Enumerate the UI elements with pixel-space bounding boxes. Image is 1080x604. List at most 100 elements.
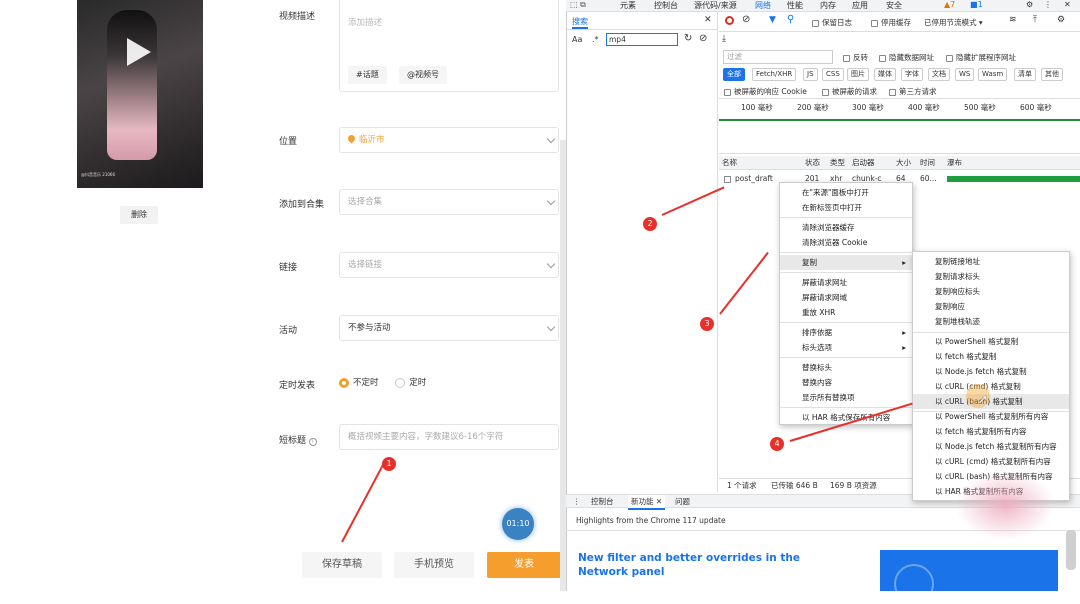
menu-copy[interactable]: 复制 ▸: [780, 255, 912, 270]
upload-icon[interactable]: ⤒: [1033, 15, 1037, 25]
col-type[interactable]: 类型: [830, 156, 845, 170]
submenu-copy-response[interactable]: 复制响应: [913, 299, 1069, 314]
close-icon[interactable]: ✕: [1064, 0, 1071, 9]
warning-count[interactable]: ▲ 7: [944, 0, 955, 9]
delete-video-button[interactable]: 删除: [120, 206, 158, 224]
tab-network[interactable]: 网络: [755, 0, 771, 11]
tab-memory[interactable]: 内存: [820, 0, 836, 11]
save-draft-button[interactable]: 保存草稿: [302, 552, 382, 578]
hide-extension-urls-checkbox[interactable]: 隐藏扩展程序网址: [946, 52, 1016, 63]
menu-replay-xhr[interactable]: 重放 XHR: [780, 305, 912, 320]
menu-clear-cache[interactable]: 清除浏览器缓存: [780, 220, 912, 235]
tab-sources[interactable]: 源代码/来源: [694, 0, 737, 11]
col-name[interactable]: 名称: [722, 156, 737, 170]
blocked-requests-checkbox[interactable]: 被屏蔽的请求: [822, 86, 877, 97]
submenu-copy-node-fetch[interactable]: 以 Node.js fetch 格式复制: [913, 364, 1069, 379]
submenu-copy-all-powershell[interactable]: 以 PowerShell 格式复制所有内容: [913, 409, 1069, 424]
menu-open-in-new-tab[interactable]: 在新标签页中打开: [780, 200, 912, 215]
filter-input[interactable]: 过滤: [723, 50, 833, 64]
wifi-icon[interactable]: ≋: [1009, 15, 1017, 25]
schedule-off-radio[interactable]: 不定时: [339, 377, 379, 388]
submenu-copy-curl-cmd[interactable]: 以 cURL (cmd) 格式复制: [913, 379, 1069, 394]
tab-performance[interactable]: 性能: [787, 0, 803, 11]
desc-textarea[interactable]: 添加描述 #话题 @视频号: [339, 0, 559, 92]
chip-all[interactable]: 全部: [723, 68, 745, 81]
menu-open-in-sources[interactable]: 在"来源"面板中打开: [780, 185, 912, 200]
menu-block-url[interactable]: 屏蔽请求网址: [780, 275, 912, 290]
refresh-icon[interactable]: ↻: [684, 33, 692, 44]
preserve-log-checkbox[interactable]: 保留日志: [812, 17, 852, 28]
chip-img[interactable]: 图片: [847, 68, 869, 81]
tab-elements[interactable]: 元素: [620, 0, 636, 11]
timeline-overview[interactable]: 100 毫秒 200 毫秒 300 毫秒 400 毫秒 500 毫秒 600 毫…: [719, 98, 1080, 154]
more-icon[interactable]: ⋮: [1044, 0, 1052, 9]
search-icon[interactable]: ⚲: [787, 14, 794, 25]
invert-checkbox[interactable]: 反转: [843, 52, 868, 63]
drawer-scrollbar[interactable]: [1066, 530, 1076, 570]
publish-button[interactable]: 发表: [487, 552, 561, 578]
drawer-tab-whats-new[interactable]: 新功能 ✕: [628, 495, 666, 510]
form-scrollbar[interactable]: [560, 140, 566, 591]
clear-icon[interactable]: ⊘: [699, 33, 707, 44]
menu-block-domain[interactable]: 屏蔽请求网域: [780, 290, 912, 305]
submenu-copy-fetch[interactable]: 以 fetch 格式复制: [913, 349, 1069, 364]
short-title-input[interactable]: 概括视频主要内容，字数建议6-16个字符: [339, 424, 559, 450]
hide-data-urls-checkbox[interactable]: 隐藏数据网址: [879, 52, 934, 63]
news-title-link[interactable]: New filter and better overrides in the N…: [578, 551, 838, 579]
close-search-icon[interactable]: ✕: [704, 15, 712, 25]
link-select[interactable]: 选择链接: [339, 252, 559, 278]
chip-fetch-xhr[interactable]: Fetch/XHR: [752, 68, 797, 81]
phone-preview-button[interactable]: 手机预览: [394, 552, 474, 578]
network-settings-icon[interactable]: ⚙: [1057, 15, 1065, 25]
tab-console[interactable]: 控制台: [654, 0, 678, 11]
submenu-copy-all-node-fetch[interactable]: 以 Node.js fetch 格式复制所有内容: [913, 439, 1069, 454]
menu-override-headers[interactable]: 替换标头: [780, 360, 912, 375]
chip-manifest[interactable]: 清单: [1014, 68, 1036, 81]
record-icon[interactable]: [725, 16, 734, 25]
schedule-on-radio[interactable]: 定时: [395, 377, 426, 388]
blocked-cookies-checkbox[interactable]: 被屏蔽的响应 Cookie: [724, 86, 807, 97]
col-waterfall[interactable]: 瀑布: [947, 156, 962, 170]
chip-js[interactable]: JS: [803, 68, 818, 81]
col-time[interactable]: 时间: [920, 156, 935, 170]
chip-ws[interactable]: WS: [955, 68, 975, 81]
activity-select[interactable]: 不参与活动: [339, 315, 559, 341]
menu-override-content[interactable]: 替换内容: [780, 375, 912, 390]
error-count[interactable]: ■ 1: [970, 0, 983, 9]
menu-show-overrides[interactable]: 显示所有替换项: [780, 390, 912, 405]
download-icon[interactable]: ⤓: [722, 34, 726, 44]
mention-tag-button[interactable]: @视频号: [399, 66, 447, 84]
submenu-copy-powershell[interactable]: 以 PowerShell 格式复制: [913, 334, 1069, 349]
news-thumbnail[interactable]: [880, 550, 1058, 604]
filter-icon[interactable]: ▼: [769, 15, 776, 25]
col-initiator[interactable]: 启动器: [852, 156, 875, 170]
chip-doc[interactable]: 文档: [928, 68, 950, 81]
search-input[interactable]: mp4: [606, 33, 678, 46]
location-select[interactable]: 临沂市: [339, 127, 559, 153]
disable-cache-checkbox[interactable]: 停用缓存: [871, 17, 911, 28]
third-party-checkbox[interactable]: 第三方请求: [889, 86, 937, 97]
settings-icon[interactable]: ⚙: [1026, 0, 1033, 9]
search-tab[interactable]: 搜索: [572, 16, 588, 29]
menu-sort-by[interactable]: 排序依据 ▸: [780, 325, 912, 340]
collection-select[interactable]: 选择合集: [339, 189, 559, 215]
submenu-copy-all-curl-cmd[interactable]: 以 cURL (cmd) 格式复制所有内容: [913, 454, 1069, 469]
chip-font[interactable]: 字体: [901, 68, 923, 81]
col-size[interactable]: 大小: [896, 156, 911, 170]
video-preview[interactable]: @抖音音乐 21066: [77, 0, 203, 188]
regex-toggle[interactable]: .*: [592, 35, 599, 44]
chip-css[interactable]: CSS: [822, 68, 844, 81]
topic-tag-button[interactable]: #话题: [348, 66, 387, 84]
drawer-menu-icon[interactable]: ⋮: [573, 495, 581, 508]
submenu-copy-resp-headers[interactable]: 复制响应标头: [913, 284, 1069, 299]
tab-security[interactable]: 安全: [886, 0, 902, 11]
submenu-copy-stack[interactable]: 复制堆栈轨迹: [913, 314, 1069, 329]
match-case-toggle[interactable]: Aa: [572, 35, 582, 44]
play-icon[interactable]: [127, 38, 151, 66]
chip-wasm[interactable]: Wasm: [978, 68, 1008, 81]
col-status[interactable]: 状态: [805, 156, 820, 170]
chip-media[interactable]: 媒体: [874, 68, 896, 81]
tab-application[interactable]: 应用: [852, 0, 868, 11]
submenu-copy-curl-bash[interactable]: 以 cURL (bash) 格式复制: [913, 394, 1069, 409]
inspect-icon[interactable]: ⬚ ⧉: [570, 0, 586, 10]
